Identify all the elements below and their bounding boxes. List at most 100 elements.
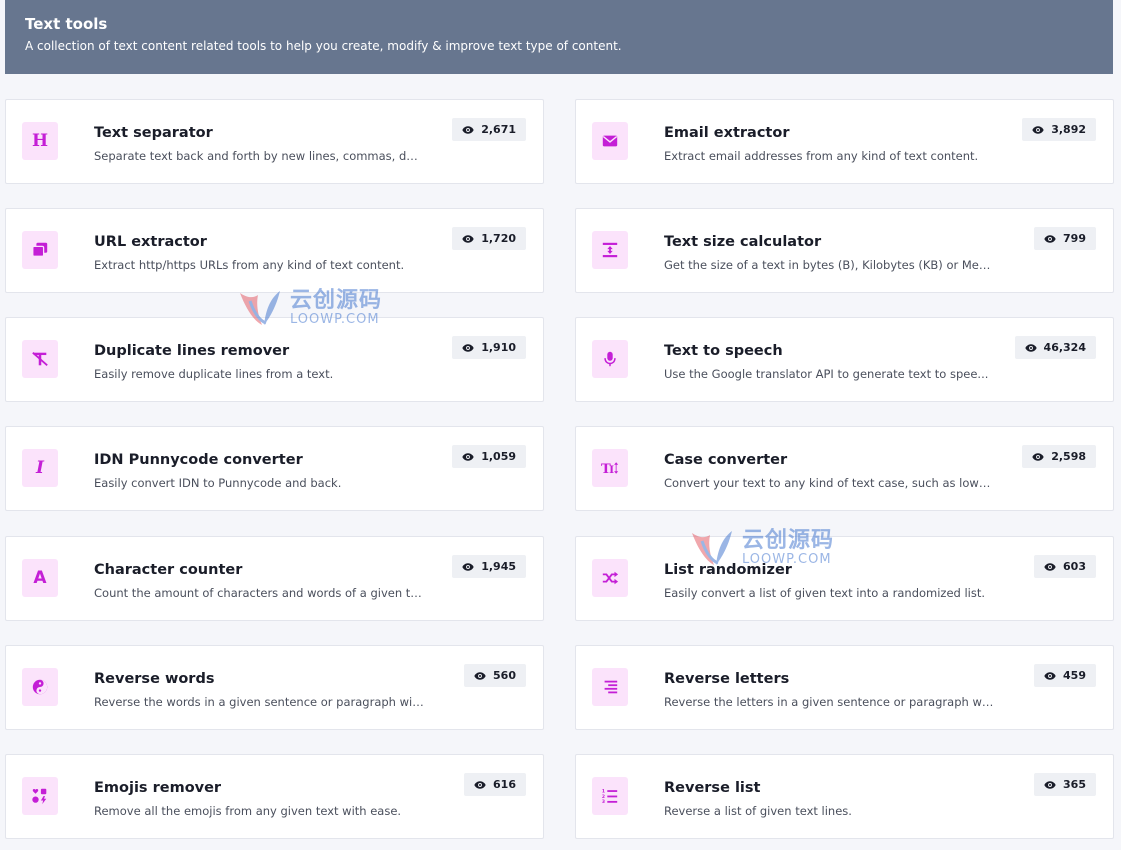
views-count: 799	[1063, 232, 1086, 245]
views-count: 616	[493, 778, 516, 791]
page-header: Text tools A collection of text content …	[5, 0, 1113, 74]
tool-description: Extract http/https URLs from any kind of…	[94, 258, 405, 272]
views-count: 1,059	[481, 450, 516, 463]
tool-description: Easily convert a list of given text into…	[664, 586, 986, 600]
tool-card-emojis-remover[interactable]: Emojis remover Remove all the emojis from…	[5, 754, 544, 839]
tool-description: Convert your text to any kind of text ca…	[664, 476, 994, 490]
tool-card-list-randomizer[interactable]: List randomizer Easily convert a list of …	[575, 536, 1114, 621]
views-count: 3,892	[1051, 123, 1086, 136]
tool-description: Easily remove duplicate lines from a tex…	[94, 367, 334, 381]
eye-icon	[1044, 233, 1056, 245]
text-case-icon: TI	[592, 449, 628, 487]
tool-title[interactable]: Reverse list	[664, 779, 760, 797]
tool-card-text-size-calculator[interactable]: Text size calculator Get the size of a te…	[575, 208, 1114, 293]
remove-format-icon	[22, 340, 58, 378]
tool-card-case-converter[interactable]: T I Case converter Convert your text to any…	[575, 426, 1114, 511]
eye-icon	[1024, 342, 1037, 354]
page-title: Text tools	[25, 15, 108, 33]
tool-description: Get the size of a text in bytes (B), Kil…	[664, 258, 994, 272]
svg-text:3: 3	[602, 799, 605, 805]
tool-card-reverse-letters[interactable]: Reverse letters Reverse the letters in a …	[575, 645, 1114, 730]
tool-card-email-extractor[interactable]: Email extractor Extract email addresses f…	[575, 99, 1114, 184]
tool-card-idn-punnycode-converter[interactable]: I IDN Punnycode converter Easily convert I…	[5, 426, 544, 511]
tool-title[interactable]: Duplicate lines remover	[94, 342, 289, 360]
eye-icon	[1032, 451, 1044, 463]
list-ol-icon: 123	[592, 777, 628, 815]
italic-icon: I	[22, 449, 58, 487]
views-count: 46,324	[1043, 341, 1086, 354]
eye-icon	[1044, 561, 1056, 573]
window-restore-icon	[22, 231, 58, 269]
text-height-icon	[592, 231, 628, 269]
eye-icon	[462, 342, 474, 354]
tool-card-url-extractor[interactable]: URL extractor Extract http/https URLs fro…	[5, 208, 544, 293]
tool-title[interactable]: Email extractor	[664, 124, 789, 142]
eye-icon	[462, 124, 474, 136]
views-badge: 560	[464, 664, 526, 687]
tool-title[interactable]: Character counter	[94, 561, 242, 579]
microphone-icon	[592, 340, 628, 378]
tool-title[interactable]: Text separator	[94, 124, 213, 142]
views-badge: 459	[1034, 664, 1096, 687]
svg-text:2: 2	[602, 794, 605, 800]
tool-card-duplicate-lines-remover[interactable]: Duplicate lines remover Easily remove dup…	[5, 317, 544, 402]
tool-description: Reverse the letters in a given sentence …	[664, 695, 994, 709]
views-badge: 1,720	[452, 227, 526, 250]
shuffle-icon	[592, 559, 628, 597]
tool-title[interactable]: Reverse letters	[664, 670, 789, 688]
tool-title[interactable]: Case converter	[664, 451, 787, 469]
tool-description: Reverse a list of given text lines.	[664, 804, 852, 818]
tool-description: Use the Google translator API to generat…	[664, 367, 989, 381]
tool-description: Extract email addresses from any kind of…	[664, 149, 979, 163]
tool-title[interactable]: URL extractor	[94, 233, 207, 251]
tool-card-reverse-list[interactable]: 1 2 3 Reverse list Reverse a list of given t…	[575, 754, 1114, 839]
tool-card-text-to-speech[interactable]: Text to speech Use the Google translator …	[575, 317, 1114, 402]
svg-text:I: I	[609, 463, 614, 476]
eye-icon	[462, 233, 474, 245]
eye-icon	[1044, 670, 1056, 682]
views-badge: 46,324	[1014, 336, 1096, 359]
eye-icon	[474, 670, 486, 682]
font-icon: A	[22, 559, 58, 597]
views-count: 2,598	[1051, 450, 1086, 463]
tool-title[interactable]: IDN Punnycode converter	[94, 451, 303, 469]
views-badge: 2,598	[1022, 445, 1096, 468]
tool-card-reverse-words[interactable]: Reverse words Reverse the words in a give…	[5, 645, 544, 730]
tool-description: Easily convert IDN to Punnycode and back…	[94, 476, 342, 490]
eye-icon	[462, 451, 474, 463]
views-badge: 365	[1034, 773, 1096, 796]
eye-icon	[1032, 124, 1044, 136]
tool-title[interactable]: Text to speech	[664, 342, 783, 360]
eye-icon	[1044, 779, 1056, 791]
yin-yang-icon	[22, 668, 58, 706]
views-count: 1,910	[481, 341, 516, 354]
page-description: A collection of text content related too…	[25, 39, 622, 53]
views-badge: 799	[1034, 227, 1096, 250]
views-count: 1,720	[481, 232, 516, 245]
views-badge: 3,892	[1022, 118, 1096, 141]
views-badge: 2,671	[452, 118, 526, 141]
tool-title[interactable]: List randomizer	[664, 561, 792, 579]
views-badge: 1,059	[452, 445, 526, 468]
views-count: 2,671	[481, 123, 516, 136]
eye-icon	[462, 561, 474, 573]
eye-icon	[474, 779, 486, 791]
views-count: 603	[1063, 560, 1086, 573]
views-badge: 1,945	[452, 555, 526, 578]
views-count: 1,945	[481, 560, 516, 573]
tool-description: Remove all the emojis from any given tex…	[94, 804, 402, 818]
envelope-icon	[592, 122, 628, 160]
views-badge: 616	[464, 773, 526, 796]
heading-icon: H	[22, 122, 58, 160]
svg-text:1: 1	[602, 788, 605, 794]
views-badge: 603	[1034, 555, 1096, 578]
tool-description: Count the amount of characters and words…	[94, 586, 424, 600]
views-badge: 1,910	[452, 336, 526, 359]
tool-title[interactable]: Text size calculator	[664, 233, 821, 251]
tool-title[interactable]: Emojis remover	[94, 779, 221, 797]
tool-title[interactable]: Reverse words	[94, 670, 214, 688]
tool-card-text-separator[interactable]: H Text separator Separate text back and fo…	[5, 99, 544, 184]
align-right-icon	[592, 668, 628, 706]
tool-description: Reverse the words in a given sentence or…	[94, 695, 424, 709]
tool-card-character-counter[interactable]: A Character counter Count the amount of ch…	[5, 536, 544, 621]
